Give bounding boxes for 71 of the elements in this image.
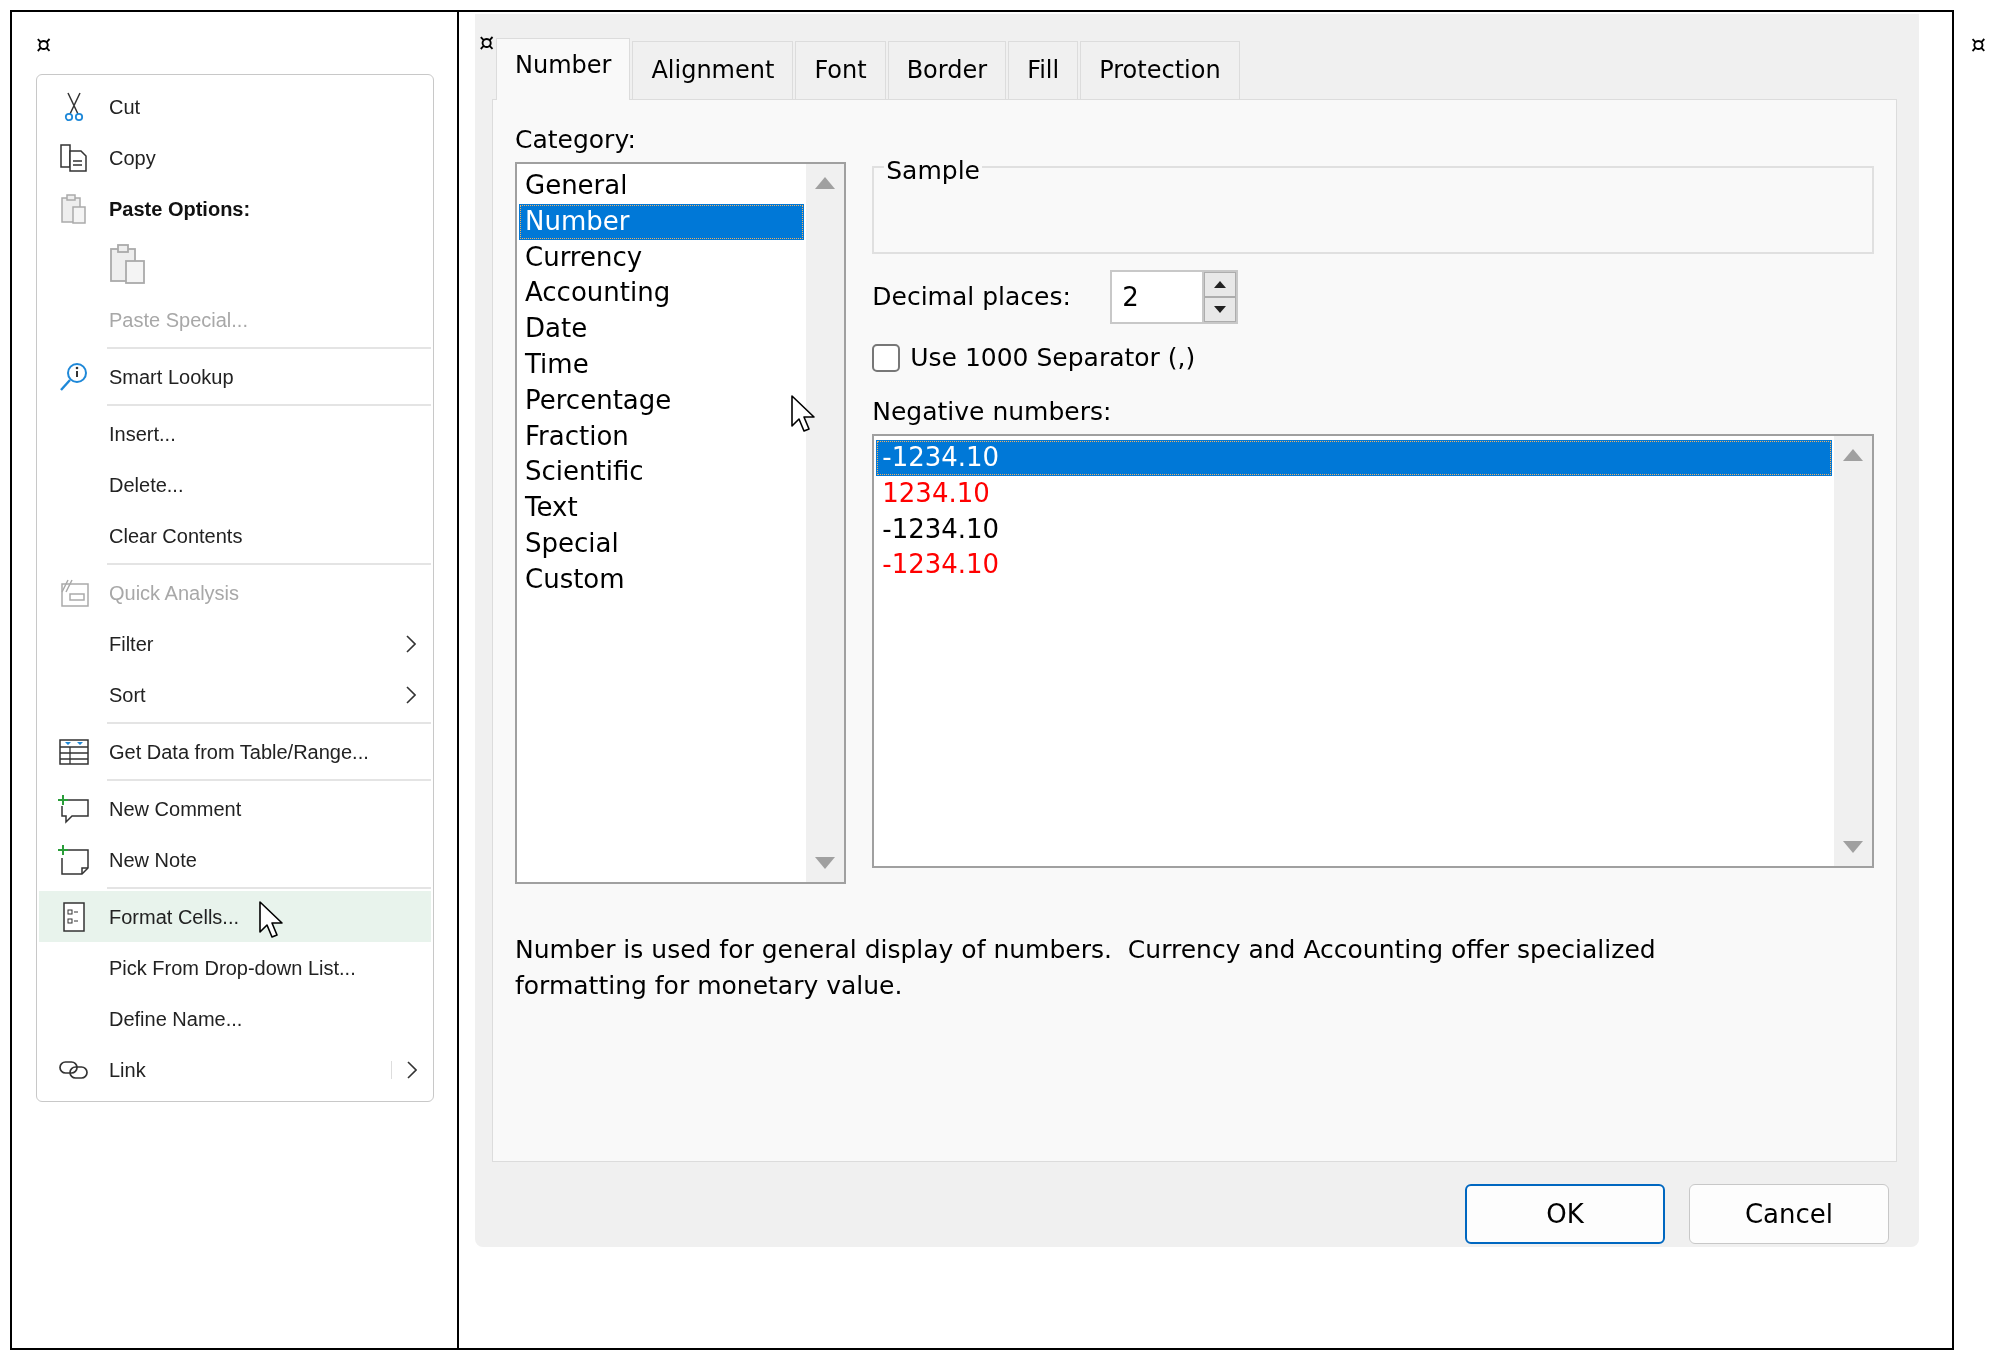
tab[interactable]: Number <box>496 38 631 100</box>
down-arrow-icon <box>1214 306 1227 313</box>
link-icon <box>58 1058 90 1081</box>
tab[interactable]: Font <box>795 41 886 99</box>
scrollbar[interactable] <box>806 164 845 882</box>
scroll-down-icon[interactable] <box>1842 840 1864 854</box>
list-item[interactable]: Scientific <box>519 454 805 491</box>
menu-heading: Paste Options: <box>39 183 431 234</box>
tab[interactable]: Border <box>887 41 1007 99</box>
currency-sign: ¤ <box>36 30 52 60</box>
scissors-icon <box>64 91 84 122</box>
spin-up-button[interactable] <box>1204 272 1237 297</box>
menu-item[interactable]: Format Cells... <box>39 891 431 942</box>
list-item[interactable]: Currency <box>519 239 805 276</box>
menu-item[interactable]: Define Name... <box>39 993 431 1044</box>
menu-item[interactable]: Delete... <box>39 459 431 510</box>
negative-numbers-label: Negative numbers: <box>872 396 1113 428</box>
menu-item[interactable]: Insert... <box>39 408 431 459</box>
tab[interactable]: Protection <box>1080 41 1240 99</box>
menu-item[interactable]: Get Data from Table/Range... <box>39 726 431 777</box>
menu-item[interactable]: Filter <box>39 618 431 669</box>
checkbox[interactable] <box>872 344 901 372</box>
menu-item[interactable]: Clear Contents <box>39 510 431 561</box>
description-text: Number is used for general display of numbers. Currency and Accounting offer specialized formatting for monetary value. <box>515 934 1657 1002</box>
list-item[interactable]: Date <box>519 311 805 347</box>
magnifier-icon <box>58 360 90 393</box>
list-item[interactable]: Accounting <box>519 275 805 312</box>
up-arrow-icon <box>1214 281 1227 288</box>
menu-item[interactable]: New Comment <box>39 783 431 834</box>
clipboard-icon <box>60 192 88 225</box>
list-item[interactable]: Fraction <box>519 418 805 455</box>
menu-item[interactable]: Pick From Drop-down List... <box>39 942 431 993</box>
table-icon <box>58 737 90 766</box>
mouse-pointer-icon <box>258 900 286 940</box>
comment-plus-icon <box>58 793 90 824</box>
scroll-down-icon[interactable] <box>814 856 837 870</box>
list-item[interactable]: -1234.10 <box>876 547 1832 584</box>
list-item[interactable]: Number <box>519 203 805 240</box>
copy-icon <box>59 142 89 173</box>
spin-down-button[interactable] <box>1204 297 1237 322</box>
decimal-places-field[interactable]: 2 <box>1110 270 1203 324</box>
scroll-up-icon[interactable] <box>814 176 837 190</box>
mouse-pointer-icon <box>790 394 818 434</box>
list-item[interactable]: -1234.10 <box>876 440 1832 476</box>
currency-sign: ¤ <box>1970 30 1986 60</box>
scroll-up-icon[interactable] <box>1842 448 1864 462</box>
note-plus-icon <box>58 843 90 876</box>
dialog-button[interactable]: Cancel <box>1689 1184 1889 1244</box>
list-item[interactable]: Special <box>519 525 805 562</box>
decimal-places-label: Decimal places: <box>872 281 1072 313</box>
menu-item[interactable]: Sort <box>39 669 431 720</box>
list-item[interactable]: Custom <box>519 561 805 598</box>
format-cells-icon <box>62 900 86 933</box>
dialog-button[interactable]: OK <box>1465 1184 1665 1244</box>
list-item[interactable]: Text <box>519 490 805 526</box>
quick-analysis-icon <box>58 577 90 608</box>
menu-item[interactable]: Link <box>39 1044 431 1095</box>
menu-item[interactable]: Copy <box>39 132 431 183</box>
list-item[interactable]: 1234.10 <box>876 475 1832 512</box>
menu-item[interactable]: New Note <box>39 834 431 885</box>
menu-item[interactable]: Cut <box>39 81 431 132</box>
list-item[interactable]: -1234.10 <box>876 511 1832 548</box>
list-item[interactable]: General <box>519 168 805 204</box>
menu-item[interactable]: Smart Lookup <box>39 351 431 402</box>
checkbox-label: Use 1000 Separator (,) <box>910 342 1196 374</box>
list-item[interactable]: Time <box>519 347 805 383</box>
currency-sign: ¤ <box>479 28 495 58</box>
scrollbar[interactable] <box>1834 436 1872 866</box>
tab[interactable]: Alignment <box>632 41 794 99</box>
tab[interactable]: Fill <box>1008 41 1079 99</box>
category-label: Category: <box>515 124 637 156</box>
